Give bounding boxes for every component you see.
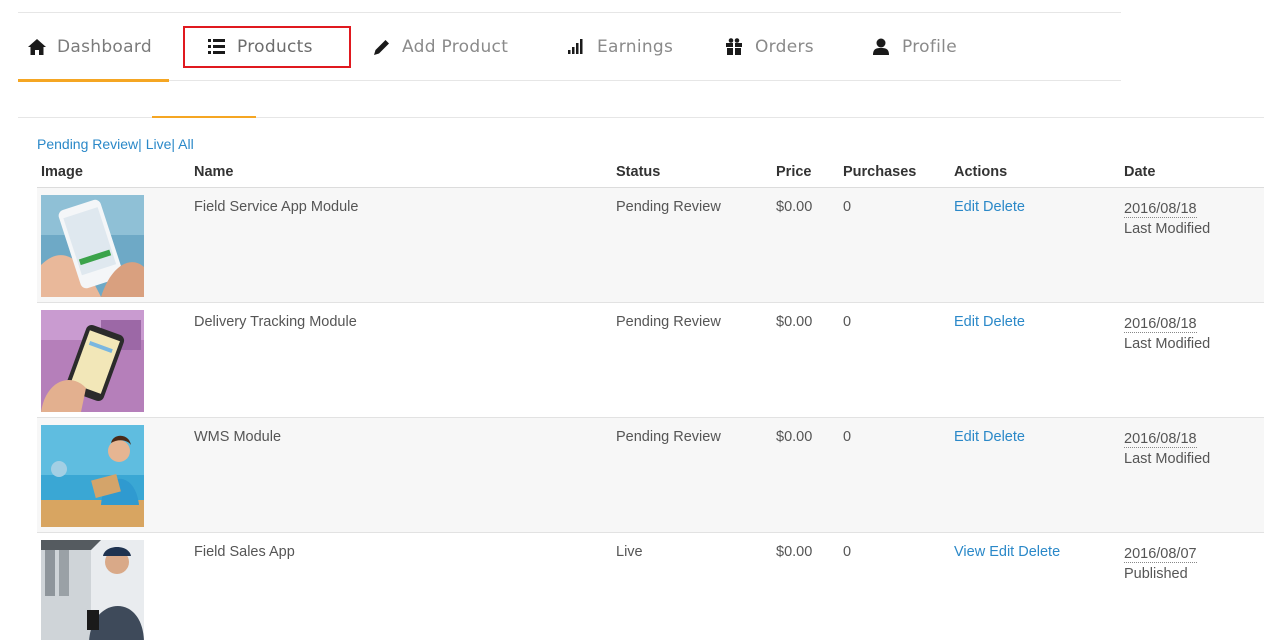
section-accent-bar: [152, 116, 256, 118]
product-date: 2016/08/18: [1124, 316, 1197, 333]
product-purchases: 0: [843, 544, 852, 560]
table-row: Field Service App Module Pending Review …: [37, 188, 1264, 303]
filter-live[interactable]: Live: [146, 136, 172, 152]
tab-add-product[interactable]: Add Product: [373, 13, 508, 80]
tab-dashboard[interactable]: Dashboard: [28, 13, 152, 80]
dashboard-nav-tabs: Dashboard Products Add Product Earnings …: [18, 13, 1121, 82]
tab-earnings-label: Earnings: [597, 36, 674, 57]
filter-all[interactable]: All: [178, 136, 194, 152]
edit-link[interactable]: Edit: [954, 429, 979, 445]
product-status: Pending Review: [616, 429, 721, 445]
table-row: Field Sales App Live $0.00 0 View Edit D…: [37, 533, 1264, 640]
tab-products-label: Products: [237, 36, 313, 57]
header-image: Image: [41, 164, 83, 180]
product-date-note: Published: [1124, 566, 1188, 582]
product-date-cell: 2016/08/18 Last Modified: [1124, 199, 1210, 239]
product-status: Pending Review: [616, 314, 721, 330]
header-name: Name: [194, 164, 234, 180]
filter-pending-review[interactable]: Pending Review: [37, 136, 138, 152]
product-price: $0.00: [776, 429, 813, 445]
user-icon: [873, 38, 893, 55]
product-date-cell: 2016/08/18 Last Modified: [1124, 429, 1210, 469]
row-actions: Edit Delete: [954, 199, 1025, 215]
table-body: Field Service App Module Pending Review …: [37, 188, 1264, 640]
tab-earnings[interactable]: Earnings: [568, 13, 673, 80]
product-date-cell: 2016/08/18 Last Modified: [1124, 314, 1210, 354]
product-date-note: Last Modified: [1124, 336, 1211, 352]
status-filter-links: Pending Review| Live| All: [37, 136, 194, 152]
delete-link[interactable]: Delete: [1018, 544, 1060, 560]
edit-link[interactable]: Edit: [989, 544, 1014, 560]
filter-separator: |: [171, 136, 176, 152]
product-name: Field Service App Module: [194, 199, 359, 215]
tab-profile[interactable]: Profile: [873, 13, 957, 80]
product-name: Field Sales App: [194, 544, 295, 560]
product-thumbnail[interactable]: [41, 540, 144, 640]
edit-link[interactable]: Edit: [954, 199, 979, 215]
product-date-cell: 2016/08/07 Published: [1124, 544, 1197, 584]
product-date: 2016/08/07: [1124, 546, 1197, 563]
filter-separator: |: [138, 136, 142, 152]
tab-profile-label: Profile: [902, 36, 957, 57]
product-status: Live: [616, 544, 643, 560]
product-thumbnail[interactable]: [41, 310, 144, 412]
product-purchases: 0: [843, 429, 852, 445]
product-date-note: Last Modified: [1124, 451, 1211, 467]
tab-products[interactable]: Products: [208, 13, 313, 80]
products-table: Image Name Status Price Purchases Action…: [37, 158, 1264, 640]
tab-add-product-label: Add Product: [402, 36, 509, 57]
pencil-icon: [373, 38, 393, 56]
delete-link[interactable]: Delete: [983, 199, 1025, 215]
row-actions: Edit Delete: [954, 429, 1025, 445]
product-date-note: Last Modified: [1124, 221, 1211, 237]
header-purchases: Purchases: [843, 164, 917, 180]
row-actions: Edit Delete: [954, 314, 1025, 330]
bar-chart-icon: [568, 39, 588, 54]
header-status: Status: [616, 164, 661, 180]
product-status: Pending Review: [616, 199, 721, 215]
gift-icon: [726, 38, 746, 55]
product-thumbnail[interactable]: [41, 195, 144, 297]
product-name: WMS Module: [194, 429, 282, 445]
table-header: Image Name Status Price Purchases Action…: [37, 158, 1264, 188]
table-row: WMS Module Pending Review $0.00 0 Edit D…: [37, 418, 1264, 533]
product-price: $0.00: [776, 314, 813, 330]
delete-link[interactable]: Delete: [983, 429, 1025, 445]
tab-orders-label: Orders: [755, 36, 814, 57]
product-price: $0.00: [776, 544, 813, 560]
product-name: Delivery Tracking Module: [194, 314, 357, 330]
product-thumbnail[interactable]: [41, 425, 144, 527]
delete-link[interactable]: Delete: [983, 314, 1025, 330]
active-tab-indicator: [18, 79, 169, 82]
tab-dashboard-label: Dashboard: [57, 36, 152, 57]
product-price: $0.00: [776, 199, 813, 215]
home-icon: [28, 38, 48, 55]
product-purchases: 0: [843, 199, 852, 215]
header-actions: Actions: [954, 164, 1008, 180]
edit-link[interactable]: Edit: [954, 314, 979, 330]
view-link[interactable]: View: [954, 544, 985, 560]
product-date: 2016/08/18: [1124, 431, 1197, 448]
product-date: 2016/08/18: [1124, 201, 1197, 218]
list-icon: [208, 39, 228, 54]
header-date: Date: [1124, 164, 1156, 180]
product-purchases: 0: [843, 314, 852, 330]
tab-orders[interactable]: Orders: [726, 13, 814, 80]
row-actions: View Edit Delete: [954, 544, 1060, 560]
table-row: Delivery Tracking Module Pending Review …: [37, 303, 1264, 418]
header-price: Price: [776, 164, 812, 180]
